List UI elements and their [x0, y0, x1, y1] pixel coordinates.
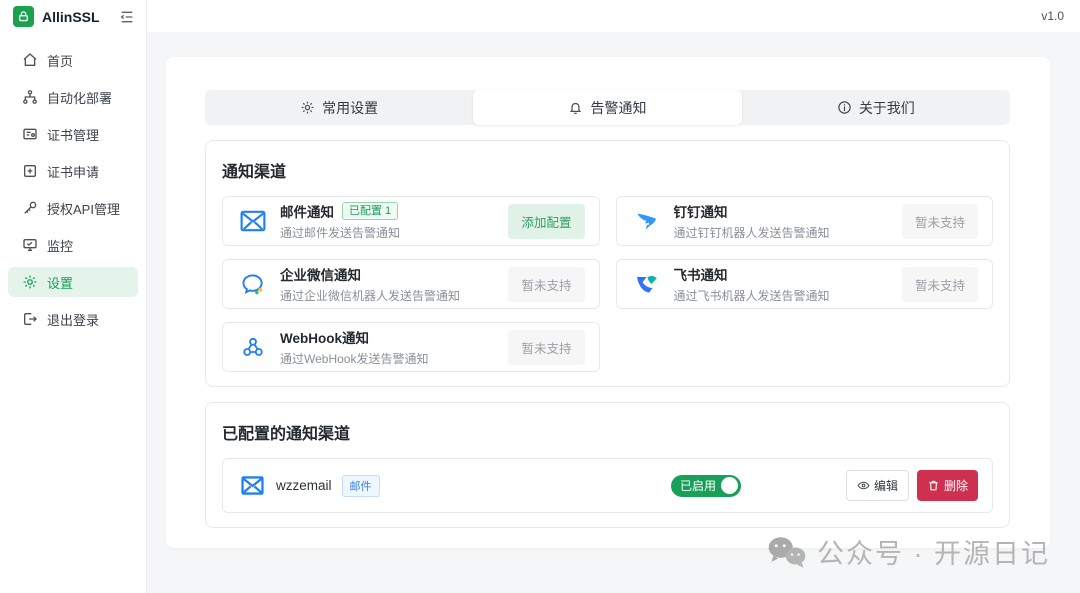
channel-card-wecom: 企业微信通知 通过企业微信机器人发送告警通知 暂未支持	[222, 259, 600, 309]
webhook-icon	[239, 335, 267, 359]
version-label: v1.0	[1041, 9, 1064, 23]
sidebar-item-api-manage[interactable]: 授权API管理	[8, 193, 138, 223]
channel-desc: 通过企业微信机器人发送告警通知	[280, 289, 461, 303]
sidebar-item-home[interactable]: 首页	[8, 45, 138, 75]
sidebar-item-label: 设置	[47, 275, 74, 291]
logo-row: AllinSSL	[0, 0, 146, 33]
lock-icon	[17, 10, 30, 23]
not-supported-button: 暂未支持	[901, 266, 978, 302]
channel-name: WebHook通知	[280, 331, 370, 346]
trash-icon	[927, 479, 940, 492]
bell-icon	[568, 100, 583, 115]
sidebar-item-label: 证书管理	[47, 127, 100, 143]
sidebar-item-label: 监控	[47, 238, 74, 254]
sidebar-item-cert-manage[interactable]: 证书管理	[8, 119, 138, 149]
delete-button-label: 删除	[943, 479, 968, 493]
sidebar-item-label: 自动化部署	[47, 90, 113, 106]
toggle-knob	[720, 477, 738, 494]
channel-desc: 通过WebHook发送告警通知	[280, 352, 429, 366]
monitor-icon	[22, 237, 38, 253]
channel-card-webhook: WebHook通知 通过WebHook发送告警通知 暂未支持	[222, 322, 600, 372]
info-icon	[837, 100, 852, 115]
enabled-toggle[interactable]: 已启用	[670, 474, 741, 497]
tab-label: 告警通知	[590, 99, 647, 116]
channel-name: 飞书通知	[673, 268, 728, 283]
channel-card-dingtalk: 钉钉通知 通过钉钉机器人发送告警通知 暂未支持	[615, 196, 993, 246]
main-area: v1.0 常用设置 告警通知 关于我们 通知渠道 邮件通知 已配置 1 通过邮件…	[147, 0, 1080, 593]
sidebar-item-label: 证书申请	[47, 164, 100, 180]
email-icon	[239, 210, 267, 232]
not-supported-button: 暂未支持	[508, 329, 585, 365]
sidebar-item-auto-deploy[interactable]: 自动化部署	[8, 82, 138, 112]
logout-icon	[22, 311, 38, 327]
add-config-button[interactable]: 添加配置	[508, 203, 585, 239]
sidebar: AllinSSL 首页 自动化部署 证书管理 证书申请 授权API管理 监控 设…	[0, 0, 147, 593]
gear-icon	[300, 100, 315, 115]
configured-channels-section: 已配置的通知渠道 wzzemail 邮件 已启用 编辑 删除	[205, 402, 1010, 528]
channel-card-email: 邮件通知 已配置 1 通过邮件发送告警通知 添加配置	[222, 196, 600, 246]
sidebar-item-cert-apply[interactable]: 证书申请	[8, 156, 138, 186]
gear-icon	[22, 274, 38, 290]
workflow-icon	[22, 89, 38, 105]
settings-panel: 常用设置 告警通知 关于我们 通知渠道 邮件通知 已配置 1 通过邮件发送告警通…	[166, 57, 1050, 548]
sidebar-item-label: 退出登录	[47, 312, 100, 328]
channel-desc: 通过邮件发送告警通知	[280, 226, 401, 240]
configured-channel-row: wzzemail 邮件 已启用 编辑 删除	[222, 458, 993, 513]
channel-name: 企业微信通知	[280, 268, 361, 283]
not-supported-button: 暂未支持	[508, 266, 585, 302]
configured-channel-name: wzzemail	[276, 478, 332, 493]
section-title: 通知渠道	[222, 164, 287, 181]
content-area: 常用设置 告警通知 关于我们 通知渠道 邮件通知 已配置 1 通过邮件发送告警通…	[147, 33, 1080, 593]
key-icon	[22, 200, 38, 216]
tab-general-settings[interactable]: 常用设置	[205, 90, 473, 125]
sidebar-item-logout[interactable]: 退出登录	[8, 304, 138, 334]
tab-alert-notifications[interactable]: 告警通知	[473, 90, 742, 125]
certificate-icon	[22, 126, 38, 142]
channel-desc: 通过飞书机器人发送告警通知	[673, 289, 830, 303]
channel-grid: 邮件通知 已配置 1 通过邮件发送告警通知 添加配置 钉钉通知 通过钉钉机器人发…	[222, 196, 993, 372]
settings-tabs: 常用设置 告警通知 关于我们	[205, 90, 1010, 125]
delete-button[interactable]: 删除	[916, 470, 978, 501]
tab-label: 关于我们	[858, 99, 915, 116]
email-icon	[241, 476, 264, 495]
wecom-icon	[239, 273, 267, 296]
top-header: v1.0	[147, 0, 1080, 33]
dingtalk-icon	[633, 209, 661, 233]
eye-icon	[857, 479, 870, 492]
sidebar-item-monitor[interactable]: 监控	[8, 230, 138, 260]
channel-name: 邮件通知	[280, 205, 334, 220]
allinssl-logo	[13, 6, 34, 27]
channel-desc: 通过钉钉机器人发送告警通知	[673, 226, 830, 240]
home-icon	[22, 52, 38, 68]
channel-name: 钉钉通知	[673, 205, 728, 220]
tab-about-us[interactable]: 关于我们	[742, 90, 1010, 125]
channel-card-feishu: 飞书通知 通过飞书机器人发送告警通知 暂未支持	[615, 259, 993, 309]
tab-label: 常用设置	[322, 99, 379, 116]
feishu-icon	[633, 273, 661, 295]
sidebar-item-label: 首页	[47, 53, 74, 69]
sidebar-item-settings[interactable]: 设置	[8, 267, 138, 297]
app-title: AllinSSL	[42, 8, 100, 25]
edit-button-label: 编辑	[873, 479, 898, 493]
notification-channels-section: 通知渠道 邮件通知 已配置 1 通过邮件发送告警通知 添加配置 钉钉通知 通过钉…	[205, 140, 1010, 387]
edit-button[interactable]: 编辑	[845, 470, 909, 501]
collapse-sidebar-icon[interactable]	[118, 8, 136, 26]
configured-count-badge: 已配置 1	[342, 202, 399, 220]
not-supported-button: 暂未支持	[901, 203, 978, 239]
plus-square-icon	[22, 163, 38, 179]
channel-type-badge: 邮件	[341, 474, 380, 497]
sidebar-nav: 首页 自动化部署 证书管理 证书申请 授权API管理 监控 设置 退出登录	[0, 33, 146, 341]
sidebar-item-label: 授权API管理	[47, 201, 120, 217]
toggle-label: 已启用	[679, 479, 716, 493]
section-title: 已配置的通知渠道	[222, 426, 351, 443]
